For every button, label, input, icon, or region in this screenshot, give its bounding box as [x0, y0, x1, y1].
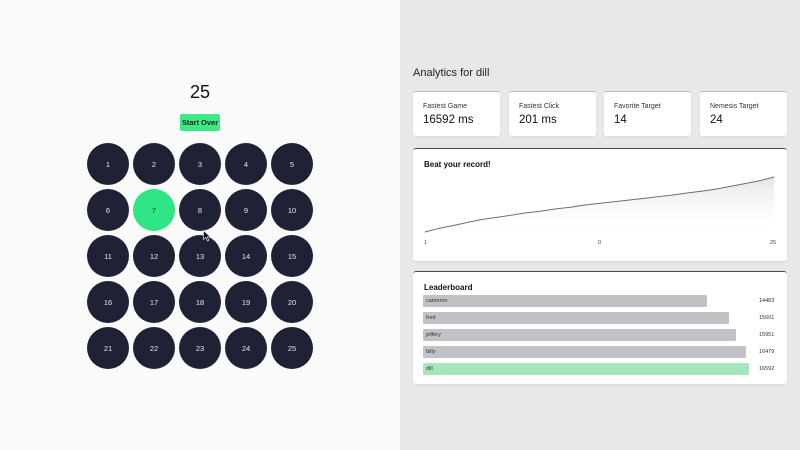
stat-fastest-click: Fastest Click 201 ms [509, 91, 596, 136]
target-cell[interactable]: 10 [271, 189, 313, 231]
target-cell[interactable]: 17 [133, 281, 175, 323]
target-cell[interactable]: 2 [133, 143, 175, 185]
leaderboard-row: billy 16479 [423, 346, 775, 358]
leaderboard-bar [423, 346, 746, 358]
chart-point [555, 208, 557, 210]
leaderboard-bar [423, 295, 707, 307]
stat-label: Favorite Target [614, 103, 661, 110]
chart-point [526, 212, 528, 214]
leaderboard-score: 16479 [759, 349, 775, 355]
target-cell[interactable]: 5 [271, 143, 313, 185]
record-chart-card: Beat your record! 1 0 25 [413, 148, 787, 261]
leaderboard-row: fred 15601 [423, 312, 775, 324]
target-cell[interactable]: 23 [179, 327, 221, 369]
chart-point [700, 190, 702, 192]
target-grid: 1 2 3 4 5 6 7 8 9 10 11 12 13 14 15 16 17 18 19 20 21 22 23 24 2… [87, 143, 314, 370]
x-tick-label: 25 [770, 240, 777, 246]
leaderboard-row: cameron 14483 [423, 295, 775, 307]
target-cell[interactable]: 11 [87, 235, 129, 277]
chart-point [424, 231, 426, 233]
stat-value: 16592 ms [423, 114, 474, 126]
chart-point [599, 203, 600, 204]
leaderboard-player-name: fred [426, 315, 436, 321]
target-cell[interactable]: 1 [87, 143, 129, 185]
chart-point [584, 204, 586, 206]
target-cell[interactable]: 6 [87, 189, 129, 231]
x-tick-label: 0 [598, 240, 602, 246]
leaderboard-bar-current-user [423, 363, 749, 375]
target-cell[interactable]: 24 [225, 327, 267, 369]
click-counter: 25 [189, 82, 211, 102]
stat-nemesis-target: Nemesis Target 24 [700, 91, 787, 136]
stat-value: 14 [614, 114, 627, 126]
target-cell[interactable]: 19 [225, 281, 267, 323]
target-cell[interactable]: 8 [179, 189, 221, 231]
chart-point [642, 198, 644, 199]
stat-value: 24 [710, 114, 723, 126]
leaderboard-player-name: dill [426, 366, 433, 372]
target-cell[interactable]: 14 [225, 235, 267, 277]
chart-point [686, 192, 688, 194]
leaderboard-title: Leaderboard [424, 283, 473, 292]
chart-point [657, 196, 659, 198]
leaderboard-score: 15951 [759, 332, 775, 338]
mouse-cursor-icon [203, 230, 212, 242]
x-tick-label: 1 [424, 240, 428, 246]
chart-point [628, 199, 629, 201]
chart-point [570, 206, 571, 208]
leaderboard-row: jeffery 15951 [423, 329, 775, 341]
start-over-button[interactable]: Start Over [180, 114, 220, 131]
target-cell[interactable]: 15 [271, 235, 313, 277]
chart-point [671, 194, 673, 196]
stat-label: Fastest Click [519, 103, 560, 110]
chart-point [744, 183, 746, 184]
leaderboard-row: dill 16592 [423, 363, 775, 375]
leaderboard-player-name: billy [426, 349, 436, 355]
chart-point [759, 180, 760, 182]
target-cell[interactable]: 3 [179, 143, 221, 185]
leaderboard-bar [423, 312, 729, 324]
chart-point [540, 210, 542, 212]
chart-title: Beat your record! [424, 160, 491, 169]
target-cell[interactable]: 9 [225, 189, 267, 231]
chart-point [482, 218, 484, 220]
target-cell[interactable]: 4 [225, 143, 267, 185]
target-cell[interactable]: 13 [179, 235, 221, 277]
leaderboard-score: 16592 [759, 366, 775, 372]
chart-point [715, 188, 717, 190]
chart-point [453, 225, 455, 226]
leaderboard-player-name: jeffery [426, 332, 441, 338]
leaderboard-score: 14483 [759, 298, 775, 304]
target-cell[interactable]: 16 [87, 281, 129, 323]
chart-point [468, 221, 469, 223]
chart-point [497, 216, 499, 218]
target-cell-active[interactable]: 7 [133, 189, 175, 231]
stat-label: Nemesis Target [710, 103, 759, 110]
chart-point [730, 186, 731, 187]
target-cell[interactable]: 20 [271, 281, 313, 323]
chart-point [511, 214, 513, 216]
analytics-title: Analytics for dill [413, 67, 490, 79]
leaderboard-player-name: cameron [426, 298, 448, 304]
stat-value: 201 ms [519, 114, 557, 126]
target-cell[interactable]: 12 [133, 235, 175, 277]
target-cell[interactable]: 21 [87, 327, 129, 369]
game-panel: 25 Start Over 1 2 3 4 5 6 7 8 9 10 11 12 13 14 15 16 17 1… [0, 0, 400, 450]
target-cell[interactable]: 18 [179, 281, 221, 323]
target-cell[interactable]: 22 [133, 327, 175, 369]
chart-point [613, 201, 615, 203]
chart-point [773, 176, 775, 178]
chart-area-fill [425, 177, 774, 234]
leaderboard-score: 15601 [759, 315, 775, 321]
stat-favorite-target: Favorite Target 14 [604, 91, 691, 136]
target-cell[interactable]: 25 [271, 327, 313, 369]
stat-fastest-game: Fastest Game 16592 ms [413, 91, 500, 136]
stat-label: Fastest Game [423, 103, 467, 110]
leaderboard-bar [423, 329, 736, 341]
chart-point [439, 227, 440, 229]
leaderboard-card: Leaderboard cameron 14483 fred 15601 jeffery… [413, 271, 787, 384]
